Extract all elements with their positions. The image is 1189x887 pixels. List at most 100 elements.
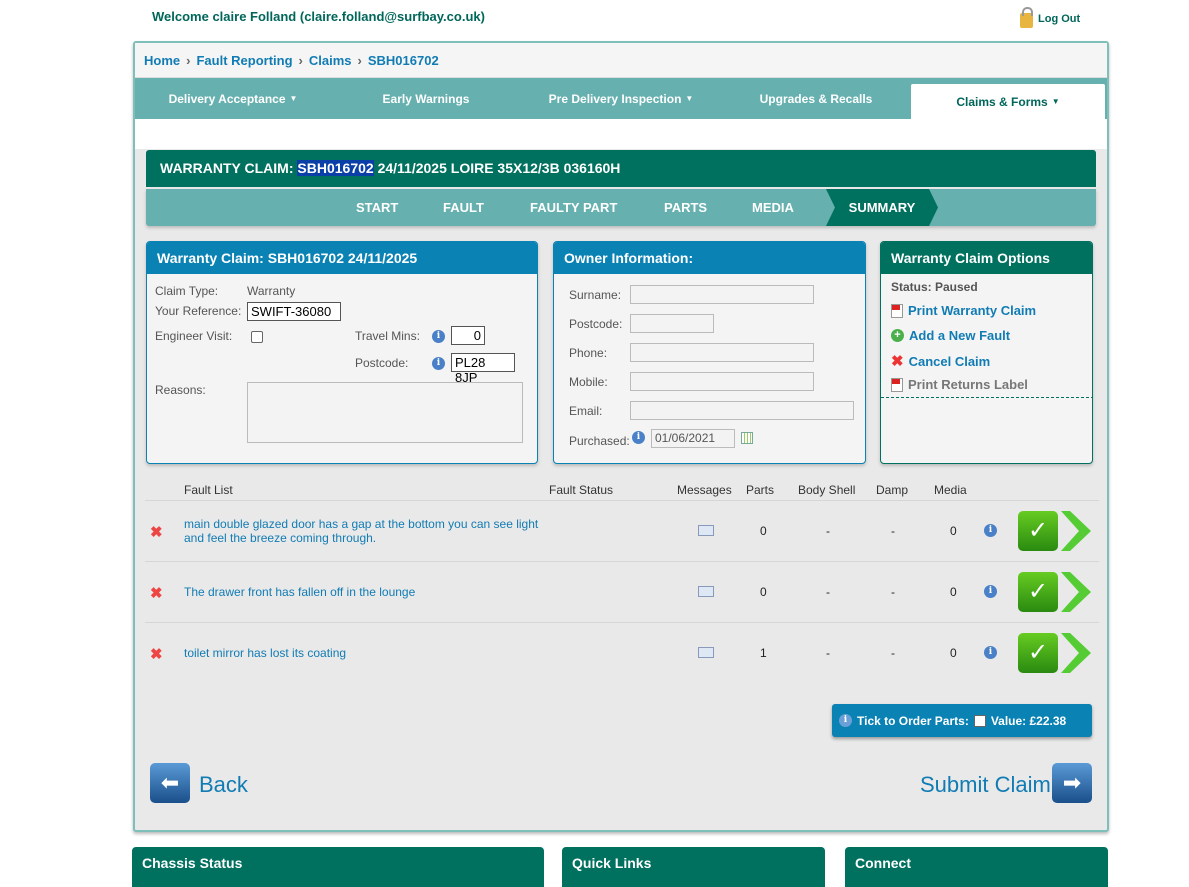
step-summary[interactable]: SUMMARY [826,189,938,226]
print-returns-label-link[interactable]: Print Returns Label [891,377,1028,392]
step-faulty-part[interactable]: FAULTY PART [530,189,617,226]
nav-label: Claims & Forms [956,94,1048,109]
info-icon[interactable]: i [839,714,852,727]
fault-row: ✖ toilet mirror has lost its coating 1 -… [145,622,1099,683]
header-fault-status: Fault Status [549,483,614,497]
divider [881,397,1092,398]
body-shell-value: - [826,585,830,599]
check-icon[interactable]: ✓ [1018,572,1058,612]
order-parts-checkbox[interactable] [973,714,986,727]
envelope-icon[interactable] [698,586,714,597]
fault-row: ✖ The drawer front has fallen off in the… [145,561,1099,622]
print-warranty-claim-link[interactable]: Print Warranty Claim [891,303,1036,318]
step-fault[interactable]: FAULT [443,189,484,226]
claim-title: WARRANTY CLAIM: SBH016702 24/11/2025 LOI… [146,150,1096,187]
delete-fault-icon[interactable]: ✖ [150,584,163,602]
title-claim-number: SBH016702 [297,160,374,176]
breadcrumb-home[interactable]: Home [144,53,180,68]
owner-postcode-input[interactable] [630,314,714,333]
title-details: 24/11/2025 LOIRE 35X12/3B 036160H [377,160,621,176]
fault-description[interactable]: toilet mirror has lost its coating [184,646,544,660]
welcome-text: Welcome claire Folland (claire.folland@s… [152,9,485,24]
submit-claim-link[interactable]: Submit Claim [920,772,1051,798]
parts-value: Value: £22.38 [990,713,1067,728]
breadcrumb-fault-reporting[interactable]: Fault Reporting [196,53,292,68]
nav-upgrades-recalls[interactable]: Upgrades & Recalls [721,78,911,119]
step-parts[interactable]: PARTS [664,189,707,226]
claim-status: Status: Paused [891,280,978,294]
chevron-right-icon: › [357,52,362,68]
delete-fault-icon[interactable]: ✖ [150,523,163,541]
info-icon[interactable]: i [432,357,445,370]
submit-claim-button[interactable]: ➡ [1052,763,1092,803]
options-panel: Warranty Claim Options Status: Paused Pr… [880,241,1093,464]
calendar-icon[interactable] [741,432,753,444]
plus-circle-icon: + [891,329,904,342]
info-icon[interactable]: i [984,646,997,659]
logout-label: Log Out [1038,13,1081,25]
header-parts: Parts [746,483,775,497]
connect-panel: Connect [845,847,1108,887]
purchased-input[interactable]: 01/06/2021 [651,429,735,448]
info-icon[interactable]: i [984,585,997,598]
step-start[interactable]: START [356,189,398,226]
reference-input[interactable]: SWIFT-36080 [247,302,341,321]
chevron-right-icon: › [298,52,303,68]
chevron-right-icon[interactable] [1061,511,1091,551]
fault-description[interactable]: main double glazed door has a gap at the… [184,517,544,545]
parts-count: 0 [760,524,767,538]
mobile-input[interactable] [630,372,814,391]
pdf-icon [891,303,903,318]
nav-claims-forms[interactable]: Claims & Forms ▼ [911,84,1105,119]
check-icon[interactable]: ✓ [1018,511,1058,551]
travel-mins-input[interactable]: 0 [451,326,485,345]
step-media[interactable]: MEDIA [752,189,794,226]
caret-down-icon: ▼ [685,94,694,103]
add-new-fault-link[interactable]: + Add a New Fault [891,328,1010,343]
info-icon[interactable]: i [984,524,997,537]
header-media: Media [934,483,967,497]
claim-type-value: Warranty [247,284,296,298]
nav-pre-delivery-inspection[interactable]: Pre Delivery Inspection ▼ [521,78,721,119]
breadcrumb-claims[interactable]: Claims [309,53,352,68]
header-body-shell: Body Shell [798,483,856,497]
claim-panel-title: Warranty Claim: SBH016702 24/11/2025 [147,242,537,274]
surname-input[interactable] [630,285,814,304]
reference-label: Your Reference: [155,304,242,318]
delete-fault-icon[interactable]: ✖ [150,645,163,663]
back-link[interactable]: Back [199,772,248,798]
media-count: 0 [950,524,957,538]
envelope-icon[interactable] [698,647,714,658]
arrow-right-icon: ➡ [1062,770,1082,795]
main-nav: Delivery Acceptance ▼ Early Warnings Pre … [135,78,1107,119]
reasons-label: Reasons: [155,383,206,397]
nav-label: Early Warnings [382,91,470,106]
postcode-input[interactable]: PL28 8JP [451,353,515,385]
title-prefix: WARRANTY CLAIM: [160,160,294,176]
back-button[interactable]: ⬅ [150,763,190,803]
reasons-textarea[interactable] [247,382,523,443]
chevron-right-icon[interactable] [1061,572,1091,612]
quick-links-panel: Quick Links [562,847,825,887]
chassis-status-panel: Chassis Status [132,847,544,887]
header-messages: Messages [677,483,732,497]
pdf-icon [891,377,903,392]
engineer-visit-checkbox[interactable] [251,331,263,343]
check-icon[interactable]: ✓ [1018,633,1058,673]
breadcrumb-current[interactable]: SBH016702 [368,53,439,68]
email-input[interactable] [630,401,854,420]
media-count: 0 [950,585,957,599]
nav-delivery-acceptance[interactable]: Delivery Acceptance ▼ [135,78,331,119]
cancel-claim-link[interactable]: ✖ Cancel Claim [891,352,990,370]
chevron-right-icon[interactable] [1061,633,1091,673]
fault-description[interactable]: The drawer front has fallen off in the l… [184,585,544,599]
owner-panel-title: Owner Information: [554,242,865,274]
phone-label: Phone: [569,346,608,360]
logout-link[interactable]: Log Out [1020,7,1081,28]
owner-postcode-label: Postcode: [569,317,623,331]
envelope-icon[interactable] [698,525,714,536]
nav-early-warnings[interactable]: Early Warnings [331,78,521,119]
phone-input[interactable] [630,343,814,362]
info-icon[interactable]: i [432,330,445,343]
info-icon[interactable]: i [632,431,645,444]
